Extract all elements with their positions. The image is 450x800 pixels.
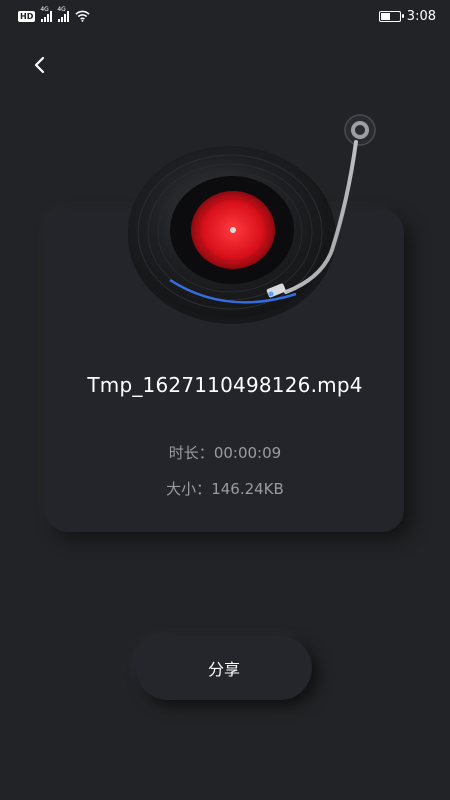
back-button[interactable] xyxy=(22,48,56,82)
signal-icon-sim2: 4G xyxy=(57,6,70,22)
battery-icon xyxy=(378,10,404,22)
duration-value: 00:00:09 xyxy=(213,444,282,462)
chevron-left-icon xyxy=(34,56,45,74)
hd-badge: HD xyxy=(18,10,36,22)
status-left: HD 4G 4G xyxy=(18,6,90,22)
file-name: Tmp_1627110498126.mp4 xyxy=(87,373,363,397)
network-type-sim2: 4G xyxy=(57,5,66,13)
signal-icon-sim1: 4G xyxy=(40,6,53,22)
network-type-sim1: 4G xyxy=(40,5,49,13)
duration-label: 时长： xyxy=(168,444,214,462)
status-bar: HD 4G 4G 3:08 xyxy=(0,0,450,32)
wifi-icon xyxy=(75,10,90,22)
status-right: 3:08 xyxy=(378,8,436,24)
clock: 3:08 xyxy=(406,8,436,24)
file-duration: 时长：00:00:09 xyxy=(46,442,404,463)
vinyl-record-icon xyxy=(128,114,376,324)
size-label: 大小： xyxy=(166,480,212,498)
size-value: 146.24KB xyxy=(211,480,284,498)
share-button[interactable]: 分享 xyxy=(136,636,312,700)
file-size: 大小：146.24KB xyxy=(46,478,404,499)
audio-detail-screen: HD 4G 4G 3:08 Tmp_1627110498126.mp4 时长：0… xyxy=(0,0,450,800)
